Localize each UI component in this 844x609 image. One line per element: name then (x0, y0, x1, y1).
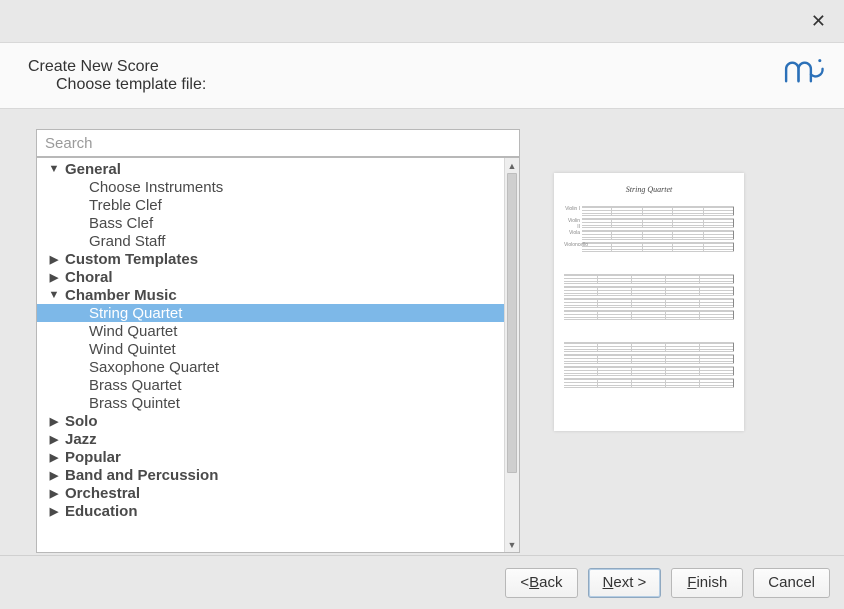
staff: Violin II (582, 218, 734, 228)
staff (564, 310, 734, 320)
staff-system (564, 274, 734, 320)
tree-item-label: Saxophone Quartet (89, 359, 219, 376)
cancel-button[interactable]: Cancel (753, 568, 830, 598)
tree-item[interactable]: Wind Quartet (37, 322, 504, 340)
chevron-right-icon[interactable]: ▶ (45, 271, 63, 284)
staff (564, 378, 734, 388)
tree-category[interactable]: ▶Band and Percussion (37, 466, 504, 484)
staff-part-label: Viola (564, 230, 580, 236)
staff-system: Violin IViolin IIViolaVioloncello (564, 206, 734, 252)
tree-category[interactable]: ▼General (37, 160, 504, 178)
tree-item-label: Choose Instruments (89, 179, 223, 196)
staff (564, 298, 734, 308)
tree-category[interactable]: ▶Solo (37, 412, 504, 430)
tree-category[interactable]: ▼Chamber Music (37, 286, 504, 304)
search-input[interactable] (36, 129, 520, 157)
tree-item-label: Treble Clef (89, 197, 162, 214)
staff-part-label: Violin I (564, 206, 580, 212)
staff: Violin I (582, 206, 734, 216)
staff: Viola (582, 230, 734, 240)
tree-item-label: String Quartet (89, 305, 182, 322)
tree-item[interactable]: Brass Quartet (37, 376, 504, 394)
chevron-right-icon[interactable]: ▶ (45, 451, 63, 464)
chevron-right-icon[interactable]: ▶ (45, 253, 63, 266)
chevron-down-icon[interactable]: ▼ (45, 163, 63, 175)
musescore-logo-icon (782, 55, 826, 96)
preview-page: String Quartet Violin IViolin IIViolaVio… (554, 173, 744, 431)
chevron-right-icon[interactable]: ▶ (45, 415, 63, 428)
tree-item-label: Brass Quintet (89, 395, 180, 412)
staff (564, 366, 734, 376)
chevron-right-icon[interactable]: ▶ (45, 505, 63, 518)
tree-category-label: Choral (63, 269, 113, 286)
staff-part-label: Violin II (564, 218, 580, 230)
tree-item[interactable]: Grand Staff (37, 232, 504, 250)
tree-category-label: Orchestral (63, 485, 140, 502)
tree-category[interactable]: ▶Choral (37, 268, 504, 286)
tree-item-label: Bass Clef (89, 215, 153, 232)
tree-category-label: Band and Percussion (63, 467, 218, 484)
finish-button[interactable]: Finish (671, 568, 743, 598)
tree-item[interactable]: Bass Clef (37, 214, 504, 232)
chevron-right-icon[interactable]: ▶ (45, 487, 63, 500)
tree-item-label: Wind Quartet (89, 323, 177, 340)
wizard-subtitle: Choose template file: (28, 76, 206, 94)
preview-title: String Quartet (564, 185, 734, 194)
tree-item[interactable]: Choose Instruments (37, 178, 504, 196)
template-pane: ▼GeneralChoose InstrumentsTreble ClefBas… (36, 129, 520, 553)
tree-item-label: Wind Quintet (89, 341, 176, 358)
tree-category[interactable]: ▶Custom Templates (37, 250, 504, 268)
tree-category-label: Education (63, 503, 138, 520)
tree-category-label: Chamber Music (63, 287, 177, 304)
staff-part-label: Violoncello (564, 242, 580, 248)
wizard-header: Create New Score Choose template file: (0, 42, 844, 109)
tree-category[interactable]: ▶Jazz (37, 430, 504, 448)
chevron-right-icon[interactable]: ▶ (45, 469, 63, 482)
chevron-right-icon[interactable]: ▶ (45, 433, 63, 446)
scroll-down-icon[interactable]: ▼ (505, 537, 519, 552)
tree-item[interactable]: Saxophone Quartet (37, 358, 504, 376)
template-tree[interactable]: ▼GeneralChoose InstrumentsTreble ClefBas… (37, 158, 504, 552)
staff (564, 354, 734, 364)
scrollbar-thumb[interactable] (507, 173, 517, 473)
scroll-up-icon[interactable]: ▲ (505, 158, 519, 173)
template-preview: String Quartet Violin IViolin IIViolaVio… (554, 173, 744, 553)
tree-scrollbar[interactable]: ▲ ▼ (504, 158, 519, 552)
tree-category-label: General (63, 161, 121, 178)
tree-category[interactable]: ▶Popular (37, 448, 504, 466)
tree-item[interactable]: Brass Quintet (37, 394, 504, 412)
titlebar: ✕ (0, 0, 844, 42)
tree-category-label: Custom Templates (63, 251, 198, 268)
tree-item[interactable]: Wind Quintet (37, 340, 504, 358)
tree-item[interactable]: String Quartet (37, 304, 504, 322)
tree-item[interactable]: Treble Clef (37, 196, 504, 214)
next-button[interactable]: Next > (588, 568, 662, 598)
wizard-footer: < Back Next > Finish Cancel (0, 555, 844, 609)
tree-category[interactable]: ▶Orchestral (37, 484, 504, 502)
staff (564, 286, 734, 296)
close-icon[interactable]: ✕ (811, 11, 826, 32)
tree-category-label: Jazz (63, 431, 97, 448)
staff-system (564, 342, 734, 388)
tree-category-label: Popular (63, 449, 121, 466)
tree-category[interactable]: ▶Education (37, 502, 504, 520)
staff: Violoncello (582, 242, 734, 252)
staff (564, 274, 734, 284)
wizard-content: ▼GeneralChoose InstrumentsTreble ClefBas… (0, 109, 844, 553)
chevron-down-icon[interactable]: ▼ (45, 289, 63, 301)
back-button[interactable]: < Back (505, 568, 577, 598)
tree-category-label: Solo (63, 413, 98, 430)
staff (564, 342, 734, 352)
tree-item-label: Brass Quartet (89, 377, 182, 394)
tree-item-label: Grand Staff (89, 233, 165, 250)
wizard-header-text: Create New Score Choose template file: (28, 58, 206, 94)
wizard-title: Create New Score (28, 58, 206, 76)
template-tree-container: ▼GeneralChoose InstrumentsTreble ClefBas… (36, 157, 520, 553)
